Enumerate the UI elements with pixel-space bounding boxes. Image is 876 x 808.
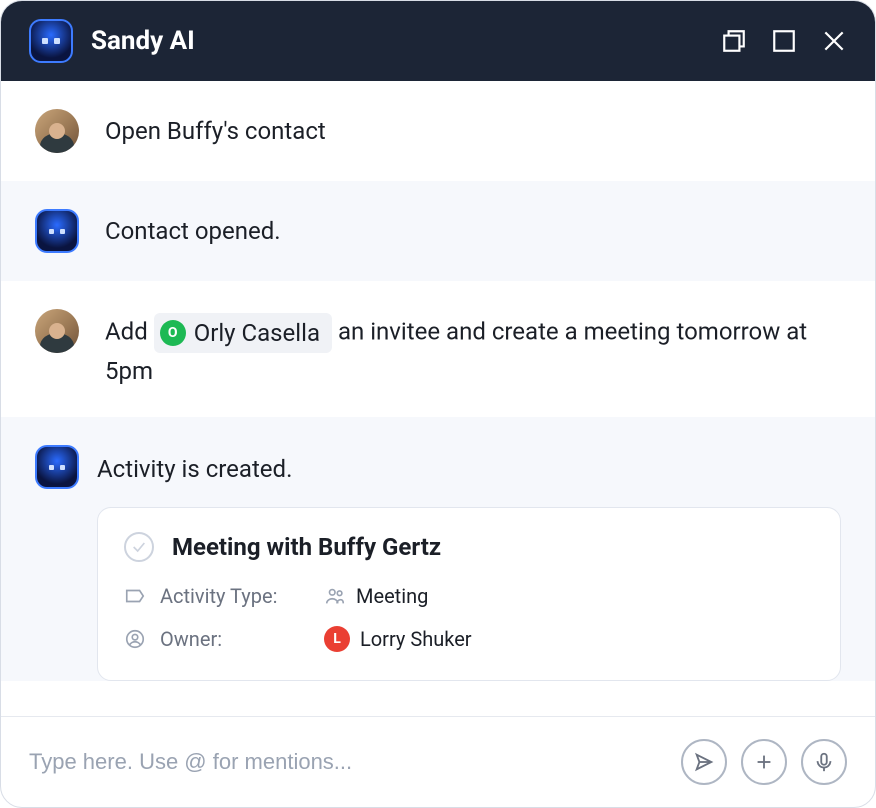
message-row: Open Buffy's contact — [1, 81, 875, 181]
activity-type-value: Meeting — [356, 584, 428, 608]
bot-avatar-icon — [35, 445, 79, 489]
close-icon[interactable] — [821, 28, 847, 54]
conversation: Open Buffy's contact Contact opened. Add… — [1, 81, 875, 716]
message-row: Contact opened. — [1, 181, 875, 281]
message-row: Activity is created. Meeting with Buffy … — [1, 417, 875, 681]
field-label: Owner: — [160, 627, 310, 651]
bot-avatar-icon — [35, 209, 79, 253]
message-text: Open Buffy's contact — [105, 109, 841, 149]
voice-button[interactable] — [801, 739, 847, 785]
restore-window-icon[interactable] — [721, 28, 747, 54]
send-button[interactable] — [681, 739, 727, 785]
message-text-prefix: Add — [105, 317, 154, 345]
card-title: Meeting with Buffy Gertz — [172, 533, 441, 561]
message-text: Contact opened. — [105, 209, 841, 249]
maximize-icon[interactable] — [771, 28, 797, 54]
field-value: Meeting — [324, 584, 428, 608]
activity-card[interactable]: Meeting with Buffy Gertz Activity Type: — [97, 507, 841, 681]
add-button[interactable] — [741, 739, 787, 785]
mention-chip[interactable]: O Orly Casella — [154, 313, 332, 353]
message-text: Activity is created. — [97, 445, 292, 487]
user-avatar — [35, 109, 79, 153]
mention-badge: O — [160, 320, 186, 346]
user-avatar — [35, 309, 79, 353]
composer — [1, 716, 875, 807]
person-icon — [124, 628, 146, 650]
field-label: Activity Type: — [160, 584, 310, 608]
microphone-icon — [813, 751, 835, 773]
people-icon — [324, 585, 346, 607]
header-title: Sandy AI — [91, 26, 703, 56]
plus-icon — [753, 751, 775, 773]
owner-value: Lorry Shuker — [360, 627, 472, 651]
header-actions — [721, 28, 847, 54]
message-text: Add O Orly Casella an invitee and create… — [105, 309, 841, 389]
chat-panel: Sandy AI Open Buffy's contact Contact op… — [0, 0, 876, 808]
message-row: Add O Orly Casella an invitee and create… — [1, 281, 875, 417]
composer-input[interactable] — [29, 749, 667, 775]
field-activity-type: Activity Type: Meeting — [124, 584, 814, 608]
bot-avatar-icon — [29, 19, 73, 63]
field-value: L Lorry Shuker — [324, 626, 472, 652]
mention-name: Orly Casella — [194, 315, 320, 351]
tag-icon — [124, 585, 146, 607]
header: Sandy AI — [1, 1, 875, 81]
check-circle-icon[interactable] — [124, 532, 154, 562]
card-title-row: Meeting with Buffy Gertz — [124, 532, 814, 562]
owner-badge: L — [324, 626, 350, 652]
send-icon — [693, 751, 715, 773]
field-owner: Owner: L Lorry Shuker — [124, 626, 814, 652]
